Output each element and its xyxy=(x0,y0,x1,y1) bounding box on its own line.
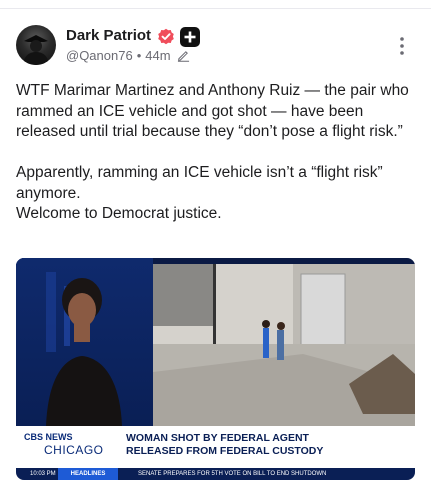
logo-city: CHICAGO xyxy=(44,443,104,457)
top-divider xyxy=(0,0,431,9)
post-body-text: WTF Marimar Martinez and Anthony Ruiz — … xyxy=(16,82,409,222)
ticker-crawl: SENATE PREPARES FOR 5TH VOTE ON BILL TO … xyxy=(138,471,327,477)
author-meta: @Qanon76 • 44m xyxy=(66,48,190,63)
author-avatar[interactable] xyxy=(16,25,56,65)
news-lower-third: CBS NEWS CHICAGO WOMAN SHOT BY FEDERAL A… xyxy=(16,426,415,480)
headline-line-2: RELEASED FROM FEDERAL CUSTODY xyxy=(126,445,324,457)
cbs-chicago-logo: CBS NEWS CHICAGO xyxy=(16,426,122,470)
logo-network: CBS NEWS xyxy=(24,432,73,442)
post-media-image[interactable]: CBS NEWS CHICAGO WOMAN SHOT BY FEDERAL A… xyxy=(16,258,415,480)
news-ticker: 10:03 PM HEADLINES SENATE PREPARES FOR 5… xyxy=(16,468,415,480)
author-handle[interactable]: @Qanon76 xyxy=(66,48,133,63)
author-name[interactable]: Dark Patriot xyxy=(66,27,151,44)
post-time[interactable]: 44m xyxy=(145,48,170,63)
anchor-panel xyxy=(16,258,153,426)
avatar-silhouette-icon xyxy=(23,35,49,65)
more-vertical-icon[interactable] xyxy=(398,36,406,56)
street-footage-illustration xyxy=(153,264,415,426)
meta-separator: • xyxy=(136,48,142,63)
plus-badge-icon xyxy=(180,27,200,47)
ticker-label: HEADLINES xyxy=(58,468,118,480)
footage-panel xyxy=(153,264,415,426)
news-headline: WOMAN SHOT BY FEDERAL AGENT RELEASED FRO… xyxy=(126,432,406,466)
headline-line-1: WOMAN SHOT BY FEDERAL AGENT xyxy=(126,432,309,444)
ticker-time: 10:03 PM xyxy=(30,471,56,477)
pencil-edit-icon xyxy=(177,51,189,62)
verified-badge-icon xyxy=(158,28,174,45)
news-anchor-illustration xyxy=(16,258,153,426)
